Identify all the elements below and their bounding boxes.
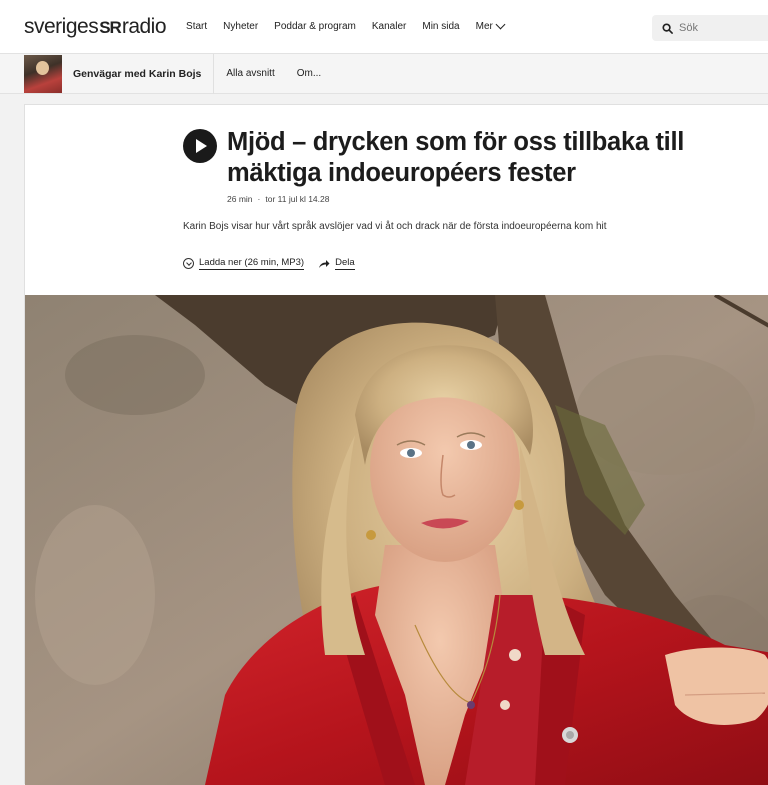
share-button[interactable]: Dela [318,257,355,270]
search-input[interactable] [679,22,759,34]
program-title[interactable]: Genvägar med Karin Bojs [73,53,215,94]
download-button[interactable]: Ladda ner (26 min, MP3) [183,257,305,270]
play-icon [196,139,207,153]
episode-date: tor 11 jul kl 14.28 [265,194,330,204]
episode-actions: Ladda ner (26 min, MP3) Dela [183,257,355,270]
program-thumbnail[interactable] [24,54,62,93]
play-button[interactable] [183,129,217,163]
program-links: Alla avsnitt Om... [226,68,321,79]
episode-meta: 26 min · tor 11 jul kl 14.28 [227,194,329,204]
share-label: Dela [335,257,355,270]
nav-item-start[interactable]: Start [186,21,207,32]
search-icon [662,22,673,34]
nav-item-poddar-program[interactable]: Poddar & program [274,21,356,32]
program-bar: Genvägar med Karin Bojs Alla avsnitt Om.… [0,53,768,94]
sveriges-radio-logo[interactable]: sveriges SR radio [24,14,167,39]
episode-title: Mjöd – drycken som för oss tillbaka till… [227,128,685,187]
download-icon [183,258,194,269]
search-box[interactable] [652,15,768,41]
chevron-down-icon [495,19,506,30]
nav-item-nyheter[interactable]: Nyheter [223,21,258,32]
logo-text-right: radio [121,14,167,38]
download-label: Ladda ner (26 min, MP3) [199,257,305,270]
share-icon [319,259,330,268]
meta-separator: · [257,194,261,204]
logo-text-left: sveriges [24,14,99,38]
logo-mark: SR [99,17,122,37]
all-episodes-link[interactable]: Alla avsnitt [226,68,274,79]
episode-card: Mjöd – drycken som för oss tillbaka till… [24,104,768,785]
top-navigation-bar: sveriges SR radio Start Nyheter Poddar &… [0,0,768,54]
nav-item-more[interactable]: Mer [475,19,506,32]
episode-photo [25,295,768,785]
nav-item-min-sida[interactable]: Min sida [422,21,459,32]
more-label: Mer [475,21,493,32]
main-nav: Start Nyheter Poddar & program Kanaler M… [186,19,506,32]
episode-description: Karin Bojs visar hur vårt språk avslöjer… [183,221,607,232]
about-link[interactable]: Om... [297,68,321,79]
nav-item-kanaler[interactable]: Kanaler [372,21,406,32]
episode-duration: 26 min [227,194,253,204]
